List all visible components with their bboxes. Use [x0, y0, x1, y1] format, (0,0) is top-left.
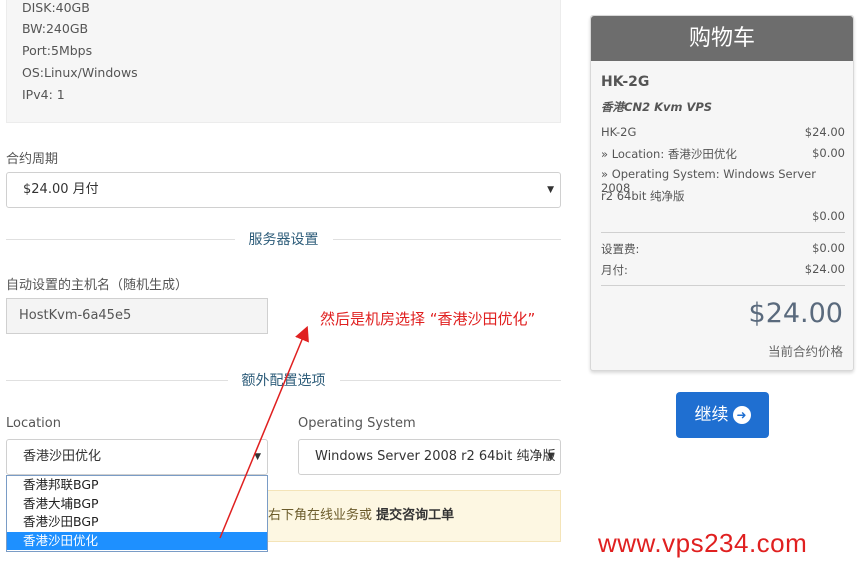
cart-product-group: 香港CN2 Kvm VPS — [601, 100, 713, 114]
cart-total: $24.00 — [748, 298, 843, 329]
setup-fee-price: $0.00 — [812, 241, 845, 255]
divider — [601, 285, 845, 286]
cart-line-price: $0.00 — [812, 209, 845, 223]
cart-line-label: » Location: 香港沙田优化 — [601, 147, 737, 161]
continue-button[interactable]: 继续 ➜ — [676, 392, 769, 438]
shopping-cart: 购物车 HK-2G 香港CN2 Kvm VPS HK-2G $24.00 » L… — [590, 15, 854, 371]
cart-title: 购物车 — [591, 16, 853, 61]
monthly-label: 月付: — [601, 263, 628, 277]
cart-product-name: HK-2G — [601, 74, 650, 90]
cart-line-price: $24.00 — [804, 125, 845, 139]
cart-line-price: $0.00 — [812, 146, 845, 160]
cart-line-label: r2 64bit 纯净版 — [601, 189, 685, 203]
cart-line: » Location: 香港沙田优化 $0.00 — [601, 146, 845, 162]
monthly-price: $24.00 — [804, 262, 845, 276]
setup-fee-label: 设置费: — [601, 242, 640, 256]
cart-line: r2 64bit 纯净版 — [601, 188, 845, 204]
cart-line: HK-2G $24.00 — [601, 125, 845, 139]
cart-setup-fee: 设置费: $0.00 — [601, 241, 845, 257]
cart-monthly: 月付: $24.00 — [601, 262, 845, 278]
arrow-right-icon: ➜ — [732, 406, 751, 424]
cart-line-label: HK-2G — [601, 125, 637, 139]
watermark: www.vps234.com — [598, 528, 808, 558]
divider — [601, 232, 845, 233]
cart-total-label: 当前合约价格 — [767, 344, 843, 359]
continue-label: 继续 — [694, 405, 729, 425]
